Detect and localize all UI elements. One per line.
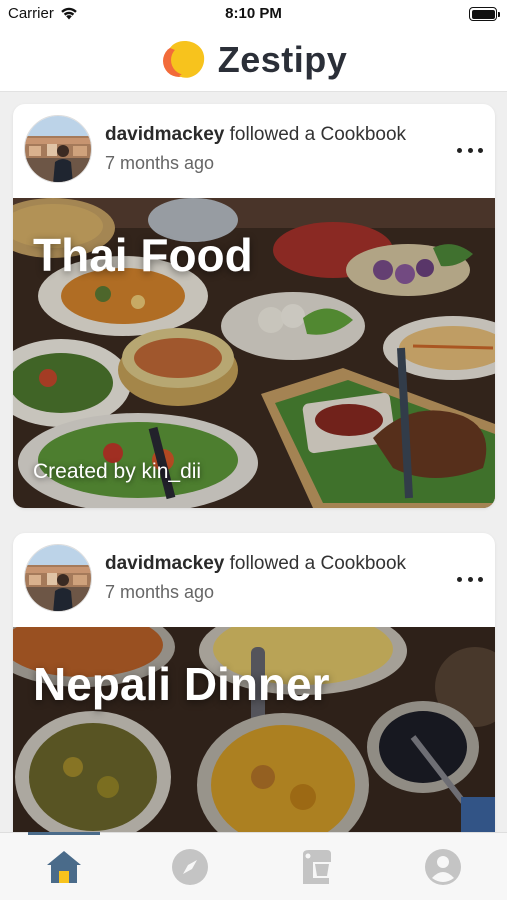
home-icon — [47, 851, 81, 883]
avatar[interactable] — [24, 115, 92, 183]
activity-username[interactable]: davidmackey — [105, 553, 224, 574]
mixer-icon — [303, 850, 331, 884]
tab-kitchen[interactable] — [296, 847, 336, 887]
activity-action: followed a Cookbook — [229, 553, 407, 574]
cookbook-cover[interactable]: Thai Food Created by kin_dii — [13, 198, 495, 508]
activity-text: davidmackey followed a Cookbook — [105, 124, 406, 146]
app-header: Zestipy — [0, 28, 507, 92]
compass-icon — [172, 849, 208, 885]
dot-icon — [478, 576, 483, 582]
dot-icon — [457, 147, 462, 153]
activity-timestamp: 7 months ago — [105, 153, 215, 173]
battery-level — [471, 9, 495, 19]
feed-card[interactable]: davidmackey followed a Cookbook 7 months… — [13, 533, 495, 832]
cookbook-title[interactable]: Thai Food — [33, 228, 253, 282]
more-options-button[interactable] — [457, 140, 483, 160]
avatar[interactable] — [24, 544, 92, 612]
bottom-tab-bar — [0, 832, 507, 900]
feed-card-header: davidmackey followed a Cookbook 7 months… — [13, 533, 495, 627]
activity-action: followed a Cookbook — [229, 124, 407, 145]
profile-icon — [425, 849, 461, 885]
feed-card-header: davidmackey followed a Cookbook 7 months… — [13, 104, 495, 198]
battery-icon — [469, 7, 500, 21]
tab-home[interactable] — [44, 847, 84, 887]
activity-feed[interactable]: davidmackey followed a Cookbook 7 months… — [0, 92, 507, 832]
active-tab-indicator — [28, 832, 100, 835]
dot-icon — [467, 147, 473, 153]
cookbook-cover[interactable]: Nepali Dinner — [13, 627, 495, 832]
cookbook-title[interactable]: Nepali Dinner — [33, 657, 330, 711]
cookbook-creator[interactable]: Created by kin_dii — [33, 460, 201, 484]
activity-username[interactable]: davidmackey — [105, 124, 224, 145]
tab-discover[interactable] — [170, 847, 210, 887]
app-title: Zestipy — [217, 38, 348, 80]
status-bar: Carrier 8:10 PM — [0, 0, 507, 28]
feed-card[interactable]: davidmackey followed a Cookbook 7 months… — [13, 104, 495, 508]
tab-profile[interactable] — [423, 847, 463, 887]
activity-timestamp: 7 months ago — [105, 582, 215, 602]
more-options-button[interactable] — [457, 569, 483, 589]
clock: 8:10 PM — [225, 5, 282, 22]
dot-icon — [457, 576, 462, 582]
zestipy-logo-icon — [162, 40, 204, 78]
dot-icon — [467, 576, 473, 582]
dot-icon — [478, 147, 483, 153]
activity-text: davidmackey followed a Cookbook — [105, 553, 406, 575]
